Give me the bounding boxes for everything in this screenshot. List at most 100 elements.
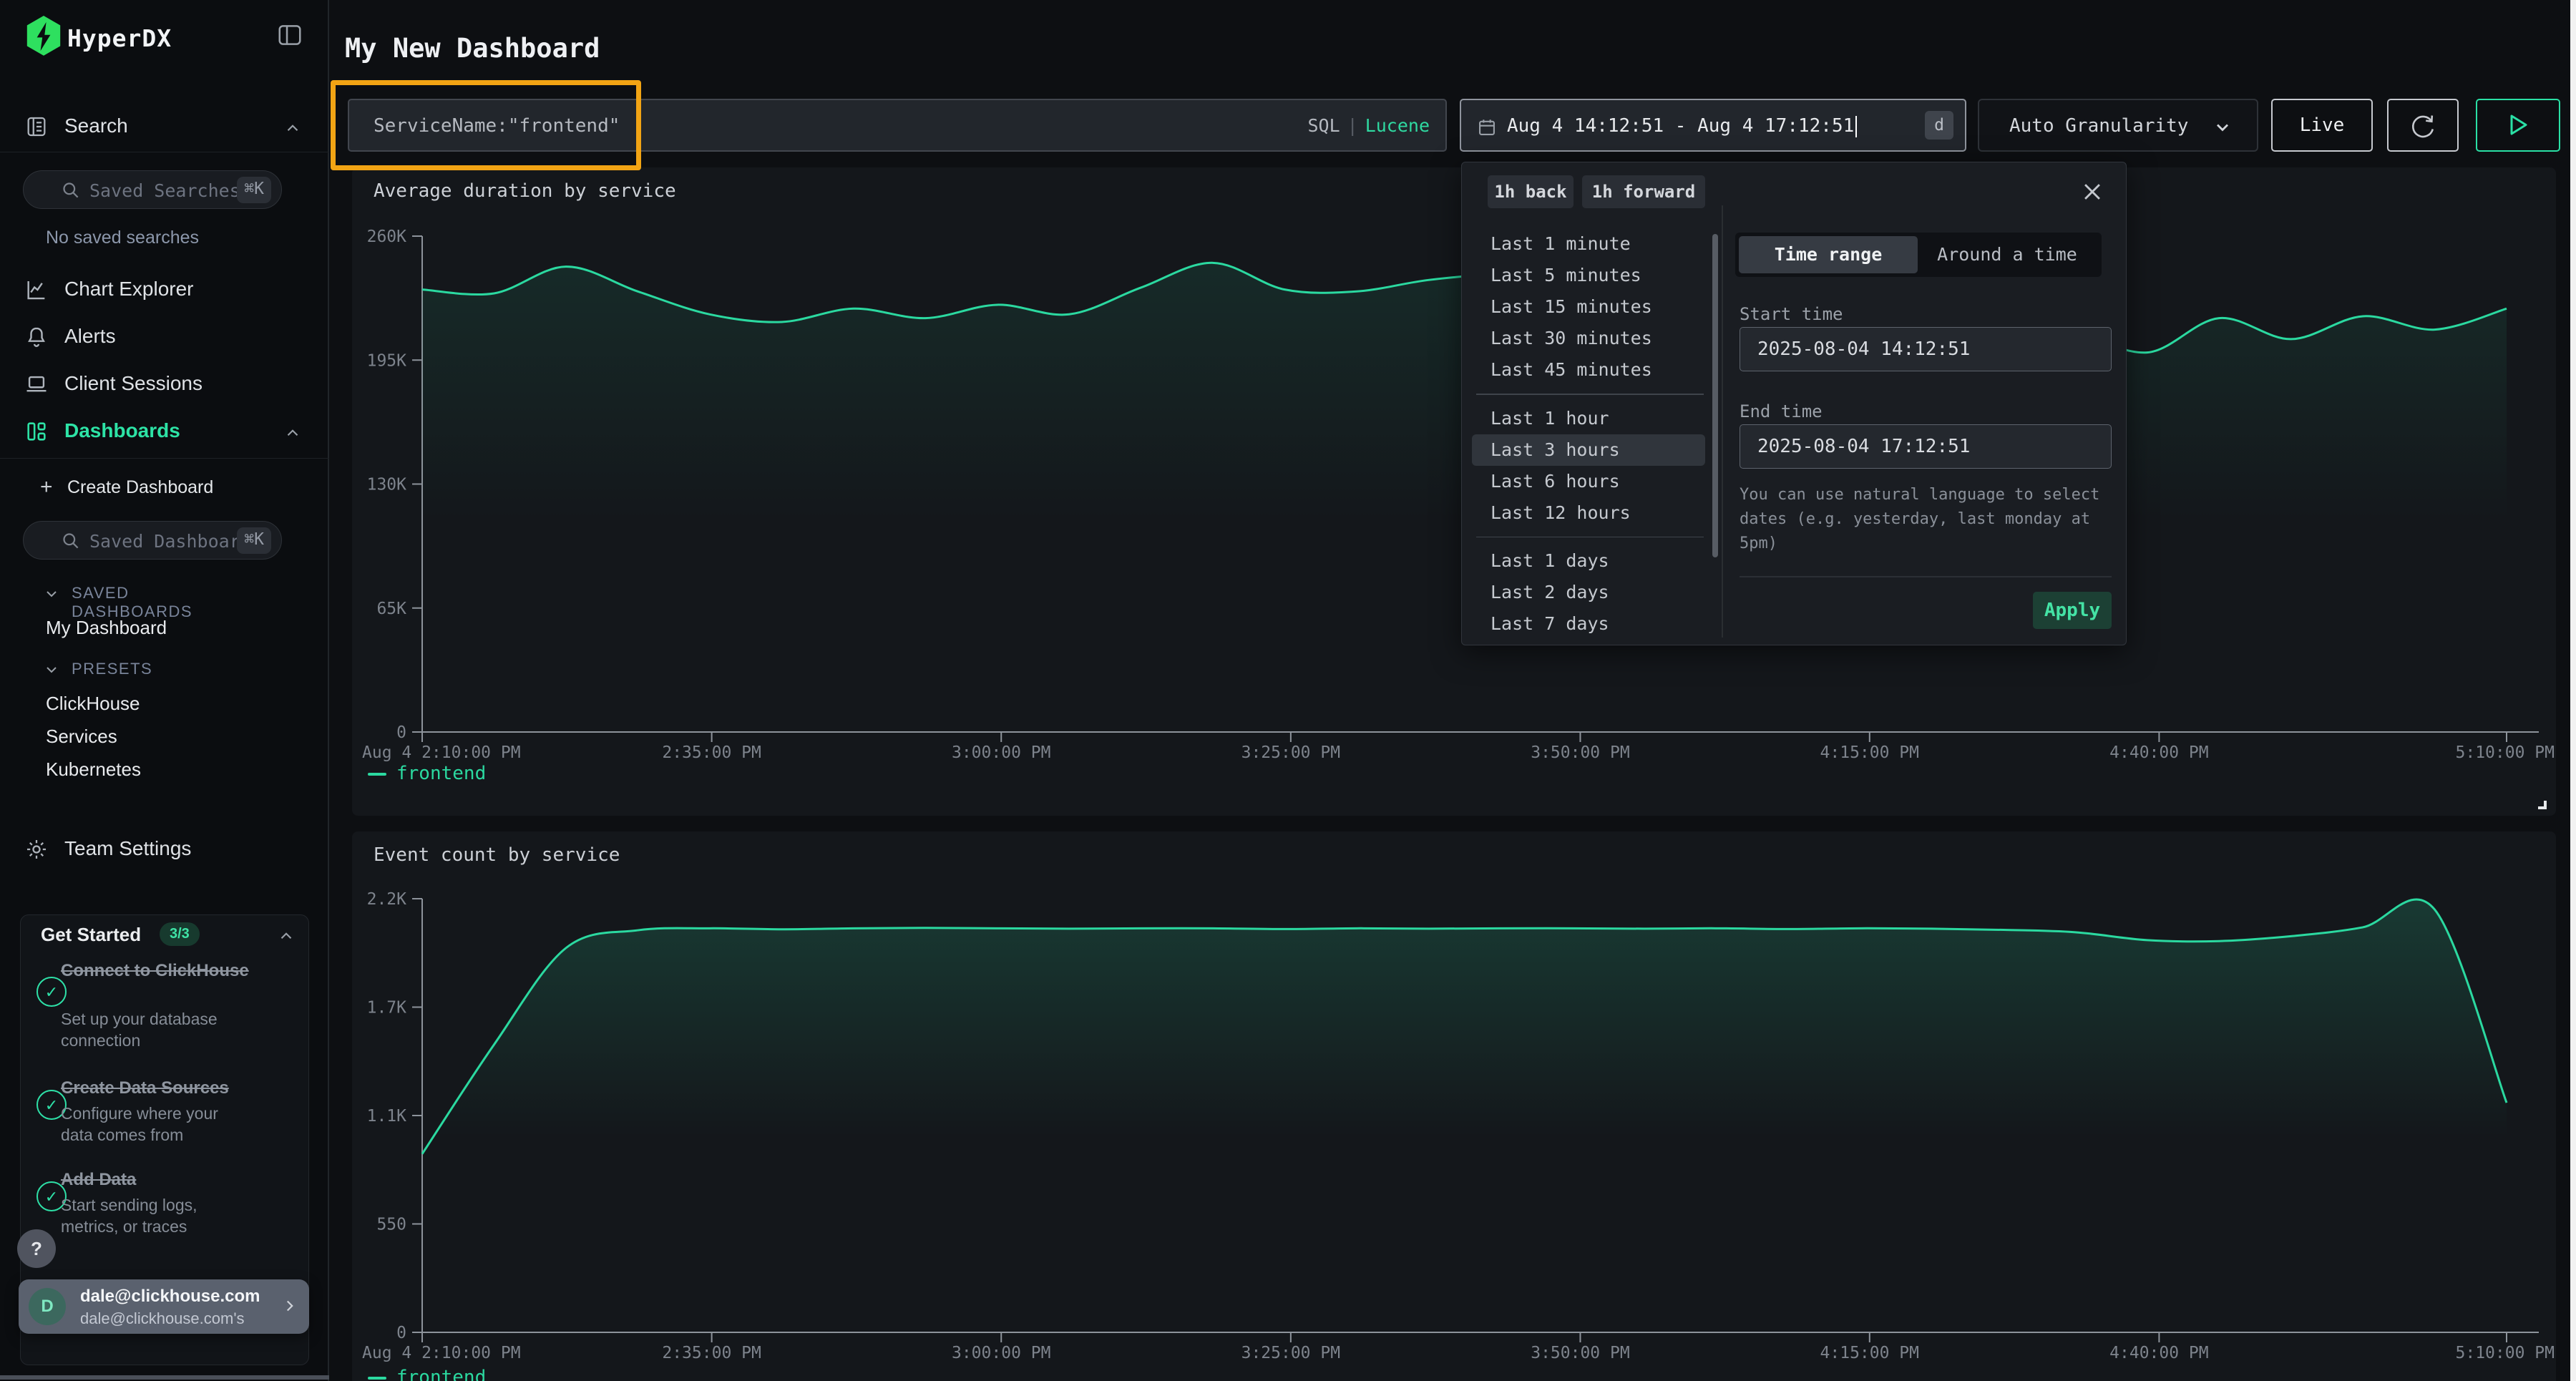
user-account-chip[interactable]: D dale@clickhouse.com dale@clickhouse.co… <box>19 1279 309 1334</box>
card-resize-handle[interactable] <box>2532 794 2549 811</box>
shift-forward-button[interactable]: 1h forward <box>1582 175 1705 208</box>
time-range-option[interactable]: Last 6 hours <box>1472 466 1705 497</box>
sidebar-collapse-icon[interactable] <box>276 21 303 49</box>
end-time-label: End time <box>1740 401 1823 421</box>
sidebar-item-services[interactable]: Services <box>46 726 117 748</box>
user-email: dale@clickhouse.com <box>80 1287 260 1307</box>
legend-frontend[interactable]: frontend <box>368 763 486 784</box>
run-query-button[interactable] <box>2476 99 2560 152</box>
sidebar-divider <box>0 458 329 459</box>
start-time-input[interactable] <box>1740 327 2112 371</box>
shift-back-button[interactable]: 1h back <box>1488 175 1574 208</box>
granularity-select[interactable]: Auto Granularity <box>1978 99 2258 152</box>
svg-text:65K: 65K <box>376 600 406 618</box>
sidebar-item-team-settings[interactable]: Team Settings <box>0 831 329 869</box>
query-language-toggle: SQL|Lucene <box>1307 115 1430 136</box>
filter-query-text: ServiceName:"frontend" <box>374 115 620 137</box>
saved-searches-input[interactable]: Saved Searches ⌘K <box>23 170 282 209</box>
chevron-up-icon[interactable] <box>277 927 296 945</box>
time-range-option[interactable]: Last 1 minute <box>1472 228 1705 260</box>
lucene-toggle[interactable]: Lucene <box>1365 115 1430 136</box>
time-range-option[interactable]: Last 1 hour <box>1472 403 1705 434</box>
time-range-options-list: Last 1 minuteLast 5 minutesLast 15 minut… <box>1472 228 1708 638</box>
bell-icon <box>24 325 49 349</box>
sidebar-item-client-sessions[interactable]: Client Sessions <box>0 366 329 404</box>
apply-button[interactable]: Apply <box>2033 592 2112 629</box>
time-range-option[interactable]: Last 1 days <box>1472 545 1705 577</box>
search-icon <box>61 180 80 200</box>
refresh-icon <box>2389 100 2457 150</box>
avatar: D <box>29 1288 66 1325</box>
sidebar-item-my-dashboard[interactable]: My Dashboard <box>46 617 167 639</box>
chevron-down-icon <box>2212 117 2231 136</box>
time-range-option[interactable]: Last 15 minutes <box>1472 291 1705 323</box>
time-range-popup: 1h back 1h forward Last 1 minuteLast 5 m… <box>1461 162 2127 645</box>
scrollbar-thumb[interactable] <box>1712 234 1718 557</box>
svg-text:1.1K: 1.1K <box>367 1107 407 1126</box>
calendar-icon <box>1477 117 1497 137</box>
plus-icon: + <box>40 475 53 499</box>
sidebar-item-alerts[interactable]: Alerts <box>0 319 329 356</box>
time-range-option[interactable]: Last 5 minutes <box>1472 260 1705 291</box>
svg-text:0: 0 <box>396 723 406 742</box>
help-button[interactable]: ? <box>17 1229 56 1268</box>
sidebar-item-clickhouse[interactable]: ClickHouse <box>46 693 140 715</box>
section-header-label: PRESETS <box>72 660 152 678</box>
get-started-item-title: Create Data Sources <box>61 1077 261 1100</box>
no-saved-searches-text: No saved searches <box>46 228 199 248</box>
svg-text:550: 550 <box>376 1216 406 1234</box>
live-button[interactable]: Live <box>2271 99 2373 152</box>
time-range-option[interactable]: Last 2 days <box>1472 577 1705 608</box>
svg-text:3:50:00 PM: 3:50:00 PM <box>1531 1344 1629 1362</box>
natural-language-hint: You can use natural language to select d… <box>1740 483 2126 556</box>
time-range-option[interactable]: Last 7 days <box>1472 608 1705 638</box>
sql-toggle[interactable]: SQL <box>1307 115 1340 136</box>
svg-text:260K: 260K <box>367 228 407 246</box>
refresh-button[interactable] <box>2387 99 2459 152</box>
get-started-item-desc: Set up your database connection <box>61 1008 254 1051</box>
sidebar-item-label: Client Sessions <box>64 372 203 395</box>
svg-text:2:35:00 PM: 2:35:00 PM <box>662 743 761 762</box>
svg-text:4:40:00 PM: 4:40:00 PM <box>2109 1344 2208 1362</box>
time-mode-tabs: Time range Around a time <box>1735 233 2102 277</box>
duration-chart-plot[interactable]: 065K130K195K260KAug 4 2:10:00 PM2:35:00 … <box>352 167 2556 816</box>
gear-icon <box>24 837 49 862</box>
start-time-label: Start time <box>1740 304 1843 324</box>
legend-frontend[interactable]: frontend <box>368 1367 486 1381</box>
sidebar-item-label: Search <box>64 114 128 137</box>
saved-searches-placeholder: Saved Searches <box>89 180 240 201</box>
time-range-option[interactable]: Last 30 minutes <box>1472 323 1705 354</box>
dashboard-grid-icon <box>24 419 49 444</box>
time-range-option[interactable]: Last 45 minutes <box>1472 354 1705 386</box>
time-range-option[interactable]: Last 3 hours <box>1472 434 1705 466</box>
date-range-input[interactable]: Aug 4 14:12:51 - Aug 4 17:12:51 d <box>1460 99 1966 152</box>
get-started-item-desc: Configure where your data comes from <box>61 1103 254 1146</box>
svg-text:1.7K: 1.7K <box>367 999 407 1018</box>
time-range-option[interactable]: Last 12 hours <box>1472 497 1705 529</box>
svg-text:5:10:00 PM: 5:10:00 PM <box>2456 1344 2555 1362</box>
hyperdx-logo-icon <box>24 16 63 57</box>
date-shortcut-badge: d <box>1925 111 1953 140</box>
shortcut-badge: ⌘K <box>237 177 271 203</box>
end-time-input[interactable] <box>1740 424 2112 469</box>
close-icon[interactable] <box>2080 180 2104 204</box>
dashboard-filter-input[interactable]: ServiceName:"frontend" SQL|Lucene <box>348 99 1447 152</box>
svg-text:Aug 4 2:10:00 PM: Aug 4 2:10:00 PM <box>362 1344 521 1362</box>
sidebar-item-kubernetes[interactable]: Kubernetes <box>46 758 141 781</box>
svg-text:3:00:00 PM: 3:00:00 PM <box>952 1344 1050 1362</box>
svg-text:2.2K: 2.2K <box>367 890 407 909</box>
tab-around-a-time[interactable]: Around a time <box>1918 236 2097 273</box>
sidebar-item-dashboards[interactable]: Dashboards <box>0 414 329 451</box>
event-count-chart-plot[interactable]: 05501.1K1.7K2.2KAug 4 2:10:00 PM2:35:00 … <box>352 831 2556 1381</box>
user-secondary-text: dale@clickhouse.com's <box>80 1309 245 1328</box>
saved-dashboards-input[interactable]: Saved Dashboards ⌘K <box>23 521 282 560</box>
play-icon <box>2477 100 2558 150</box>
section-header-label: SAVED DASHBOARDS <box>72 584 192 621</box>
svg-text:130K: 130K <box>367 476 407 494</box>
tab-time-range[interactable]: Time range <box>1739 236 1918 273</box>
sidebar: HyperDX Search Saved Searches ⌘K No save… <box>0 0 329 1381</box>
sidebar-item-search[interactable]: Search <box>0 109 329 146</box>
sidebar-item-chart-explorer[interactable]: Chart Explorer <box>0 272 329 309</box>
duration-chart-card: Average duration by service 065K130K195K… <box>352 167 2556 816</box>
create-dashboard-button[interactable]: + Create Dashboard <box>40 475 213 499</box>
